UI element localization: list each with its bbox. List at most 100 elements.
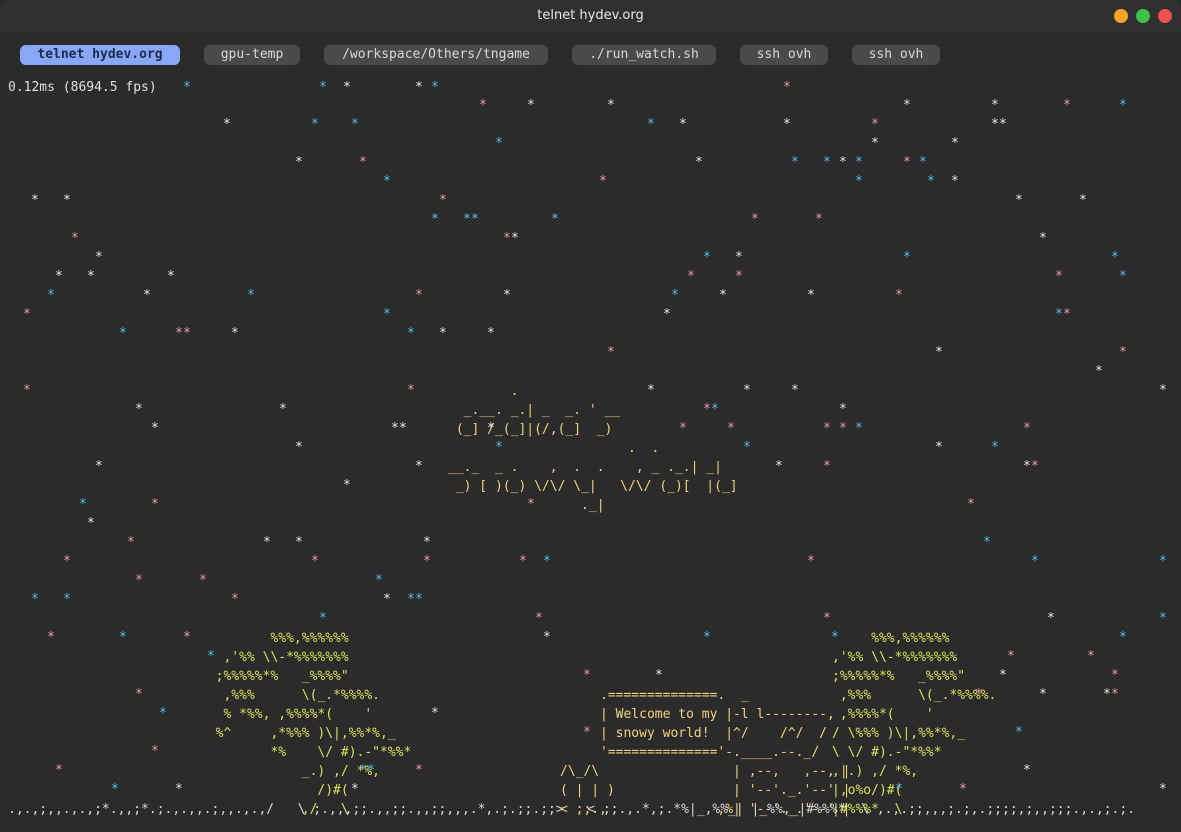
snowflake-star: * xyxy=(383,592,391,607)
snowflake-star: * xyxy=(647,117,655,132)
tab-ssh-ovh-1[interactable]: ssh ovh xyxy=(740,45,828,65)
snowflake-star: * xyxy=(263,535,271,550)
snowflake-star: * xyxy=(423,535,431,550)
tab-ssh-ovh-2[interactable]: ssh ovh xyxy=(852,45,940,65)
snowflake-star: * xyxy=(343,80,351,95)
terminal-window: telnet hydev.org telnet hydev.org gpu-te… xyxy=(0,0,1181,832)
snowflake-star: * xyxy=(359,763,367,778)
snowflake-star: * xyxy=(903,155,911,170)
snowflake-star: * xyxy=(207,649,215,664)
snowflake-star: * xyxy=(319,611,327,626)
snowy-tree-left-ascii: %%%,%%%%%% ,'%% \\-*%%%%%%% ;%%%%%*% _%%… xyxy=(215,631,412,817)
snowflake-star: * xyxy=(71,231,79,246)
snowflake-star: * xyxy=(487,326,495,341)
snowflake-star: * xyxy=(991,98,999,113)
snowflake-star: * xyxy=(903,98,911,113)
snowflake-star: * xyxy=(487,421,495,436)
snowflake-star: * xyxy=(783,80,791,95)
snowflake-star: * xyxy=(855,155,863,170)
snowflake-star: * xyxy=(527,497,535,512)
snowflake-star: * xyxy=(935,345,943,360)
snowflake-star: * xyxy=(1063,98,1071,113)
maximize-button[interactable] xyxy=(1136,9,1150,23)
snowflake-star: * xyxy=(55,763,63,778)
terminal-output[interactable]: 0.12ms (8694.5 fps) . _.__. _.| _ _. ' _… xyxy=(0,78,1181,832)
snowflake-star: * xyxy=(527,98,535,113)
snowflake-star: * xyxy=(231,326,239,341)
snowflake-star: * xyxy=(671,288,679,303)
snowflake-star: * xyxy=(1015,193,1023,208)
snowflake-star: * xyxy=(655,668,663,683)
snowflake-star: * xyxy=(31,193,39,208)
snowflake-star: * xyxy=(831,630,839,645)
snowflake-star: * xyxy=(311,117,319,132)
snowflake-star: * xyxy=(791,155,799,170)
snowflake-star: * xyxy=(935,440,943,455)
snowflake-star: * xyxy=(551,212,559,227)
snowflake-star: * xyxy=(135,687,143,702)
snowflake-star: * xyxy=(807,288,815,303)
window-title: telnet hydev.org xyxy=(537,8,644,23)
snowflake-star: * xyxy=(983,535,991,550)
minimize-button[interactable] xyxy=(1114,9,1128,23)
snowflake-star: * xyxy=(359,155,367,170)
snowflake-star: * xyxy=(503,288,511,303)
snowflake-star: * xyxy=(1039,231,1047,246)
snowflake-star: * xyxy=(823,421,831,436)
snowflake-star: * xyxy=(23,307,31,322)
snowflake-star: * xyxy=(903,250,911,265)
snowflake-star: * xyxy=(855,421,863,436)
snowy-ground-ascii: .,.,;,,.,.,;*.,,;*.;.,.,,.;,,.,.,/ \ ;.,… xyxy=(8,802,1136,817)
snowflake-star: * xyxy=(495,440,503,455)
fps-counter: 0.12ms (8694.5 fps) xyxy=(8,80,157,95)
snowflake-star: * xyxy=(967,497,975,512)
snowflake-star: * xyxy=(1159,554,1167,569)
hydev-logo-ascii: . _.__. _.| _ _. ' __ (_] /_(_]|(/,(_] _… xyxy=(448,384,738,513)
snowflake-star: * xyxy=(519,554,527,569)
tab-tngame[interactable]: /workspace/Others/tngame xyxy=(324,45,548,65)
snowflake-star: * xyxy=(1023,421,1031,436)
tab-gpu-temp[interactable]: gpu-temp xyxy=(204,45,300,65)
snowflake-star: * xyxy=(63,592,71,607)
snowflake-star: * xyxy=(1007,649,1015,664)
snowflake-star: * xyxy=(679,117,687,132)
snowflake-star: * xyxy=(431,706,439,721)
snowflake-star: * xyxy=(791,383,799,398)
snowflake-star: * xyxy=(231,592,239,607)
snowflake-star: * xyxy=(223,117,231,132)
snowflake-star: * xyxy=(319,80,327,95)
snowflake-star: * xyxy=(663,307,671,322)
snowflake-star: * xyxy=(871,136,879,151)
snowflake-star: * xyxy=(463,212,471,227)
snowflake-star: * xyxy=(1159,611,1167,626)
snowflake-star: * xyxy=(503,231,511,246)
snowflake-star: * xyxy=(55,269,63,284)
snowflake-star: * xyxy=(823,155,831,170)
snowflake-star: * xyxy=(1159,383,1167,398)
snowflake-star: * xyxy=(543,630,551,645)
title-bar[interactable]: telnet hydev.org xyxy=(0,0,1181,32)
snowflake-star: * xyxy=(999,668,1007,683)
snowflake-star: * xyxy=(183,630,191,645)
snowflake-star: * xyxy=(247,288,255,303)
snowflake-star: * xyxy=(1047,611,1055,626)
snowflake-star: * xyxy=(743,383,751,398)
tab-run-watch[interactable]: ./run_watch.sh xyxy=(572,45,716,65)
snowflake-star: * xyxy=(951,174,959,189)
snowflake-star: * xyxy=(87,269,95,284)
tab-telnet-hydev[interactable]: telnet hydev.org xyxy=(20,45,180,65)
snowflake-star: * xyxy=(959,782,967,797)
snowflake-star: * xyxy=(159,706,167,721)
snowflake-star: * xyxy=(415,763,423,778)
snowflake-star: * xyxy=(703,630,711,645)
close-button[interactable] xyxy=(1158,9,1172,23)
snowflake-star: * xyxy=(1055,307,1063,322)
snowflake-star: * xyxy=(583,668,591,683)
snowflake-star: * xyxy=(183,80,191,95)
snowflake-star: * xyxy=(679,421,687,436)
snowflake-star: * xyxy=(391,421,399,436)
snowflake-star: * xyxy=(735,250,743,265)
snowflake-star: * xyxy=(751,212,759,227)
snowflake-star: * xyxy=(839,155,847,170)
snowflake-star: * xyxy=(991,440,999,455)
